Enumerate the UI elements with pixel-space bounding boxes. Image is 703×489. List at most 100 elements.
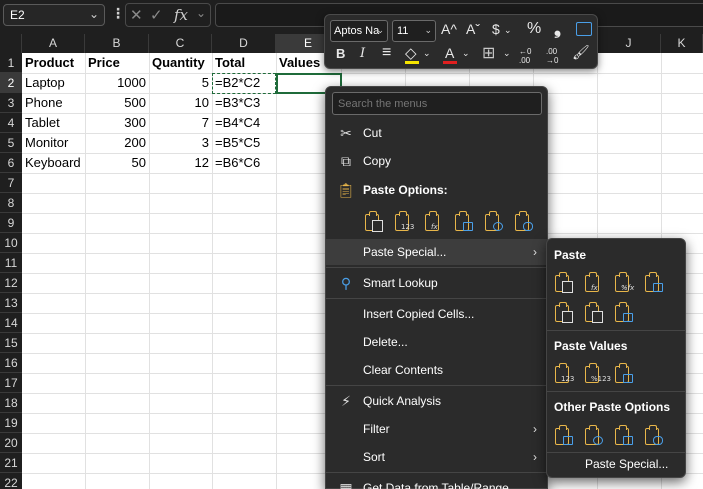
- row-header[interactable]: 9: [0, 213, 22, 233]
- keep-column-widths-icon[interactable]: [583, 302, 605, 324]
- chevron-down-icon[interactable]: ⌄: [196, 6, 206, 20]
- paste-values-icon[interactable]: 123: [393, 211, 415, 233]
- borders-icon[interactable]: ⊞: [482, 43, 495, 63]
- row-header[interactable]: 1: [0, 53, 22, 73]
- table-cell[interactable]: 300: [85, 113, 149, 133]
- values-number-format-icon[interactable]: %123: [583, 363, 611, 385]
- fill-color-icon[interactable]: ◇: [405, 44, 417, 62]
- menu-item-copy[interactable]: ⧉ Copy: [326, 148, 547, 174]
- linked-picture-icon[interactable]: [643, 425, 665, 447]
- paste-icon[interactable]: [363, 211, 385, 233]
- col-header-k[interactable]: K: [661, 34, 703, 53]
- values-source-formatting-icon[interactable]: [613, 363, 635, 385]
- table-cell[interactable]: 10: [149, 93, 212, 113]
- chevron-down-icon[interactable]: ⌄: [504, 25, 512, 36]
- col-header-b[interactable]: B: [85, 34, 149, 53]
- table-cell[interactable]: Laptop: [22, 73, 85, 93]
- row-header[interactable]: 22: [0, 473, 22, 489]
- paste-formulas-icon[interactable]: fx: [583, 272, 605, 294]
- cell-b1[interactable]: Price: [85, 53, 149, 73]
- row-header[interactable]: 21: [0, 453, 22, 473]
- col-header-a[interactable]: A: [22, 34, 85, 53]
- chevron-down-icon[interactable]: ⌄: [462, 48, 470, 59]
- paste-icon[interactable]: [553, 272, 575, 294]
- chevron-down-icon[interactable]: ⌄: [423, 48, 431, 59]
- table-cell[interactable]: Tablet: [22, 113, 85, 133]
- align-icon[interactable]: ≡: [382, 44, 391, 62]
- font-size-box[interactable]: 11 ⌄: [392, 20, 436, 42]
- menu-item-delete[interactable]: Delete...: [326, 329, 547, 355]
- grow-font-icon[interactable]: A^: [441, 21, 457, 37]
- row-header[interactable]: 17: [0, 373, 22, 393]
- chevron-down-icon[interactable]: ⌄: [89, 7, 99, 21]
- row-header[interactable]: 16: [0, 353, 22, 373]
- shrink-font-icon[interactable]: Aˇ: [466, 21, 480, 37]
- decrease-decimal-icon[interactable]: .00 →0: [546, 47, 570, 65]
- menu-search-input[interactable]: [332, 92, 542, 115]
- keep-source-formatting-icon[interactable]: [643, 272, 665, 294]
- menu-item-insert-copied-cells[interactable]: Insert Copied Cells...: [326, 301, 547, 327]
- paste-formulas-icon[interactable]: fx: [423, 211, 445, 233]
- table-cell[interactable]: =B5*C5: [212, 133, 276, 153]
- row-header[interactable]: 20: [0, 433, 22, 453]
- row-header[interactable]: 15: [0, 333, 22, 353]
- row-header[interactable]: 5: [0, 133, 22, 153]
- row-header[interactable]: 18: [0, 393, 22, 413]
- table-cell[interactable]: 3: [149, 133, 212, 153]
- font-name-box[interactable]: Aptos Na ⌄: [330, 20, 388, 42]
- row-header[interactable]: 13: [0, 293, 22, 313]
- cancel-icon[interactable]: ✕: [130, 6, 143, 24]
- insert-function-icon[interactable]: fx: [174, 6, 188, 24]
- table-cell[interactable]: 12: [149, 153, 212, 173]
- paste-link-icon[interactable]: [513, 211, 535, 233]
- menu-item-clear-contents[interactable]: Clear Contents: [326, 357, 547, 383]
- menu-item-quick-analysis[interactable]: ⚡︎ Quick Analysis: [326, 388, 547, 414]
- percent-icon[interactable]: %: [527, 20, 541, 38]
- picture-icon[interactable]: [613, 425, 635, 447]
- format-cells-icon[interactable]: [576, 22, 592, 36]
- paste-formatting-icon[interactable]: [483, 211, 505, 233]
- menu-item-paste-special[interactable]: Paste Special... ›: [326, 239, 547, 265]
- name-box[interactable]: E2 ⌄: [3, 4, 105, 26]
- col-header-d[interactable]: D: [212, 34, 276, 53]
- increase-decimal-icon[interactable]: ←0 .00: [519, 47, 543, 65]
- table-cell[interactable]: 5: [149, 73, 212, 93]
- cell-a1[interactable]: Product: [22, 53, 85, 73]
- row-header[interactable]: 10: [0, 233, 22, 253]
- menu-item-sort[interactable]: Sort ›: [326, 444, 547, 470]
- row-header[interactable]: 14: [0, 313, 22, 333]
- row-header[interactable]: 19: [0, 413, 22, 433]
- row-header[interactable]: 4: [0, 113, 22, 133]
- menu-item-filter[interactable]: Filter ›: [326, 416, 547, 442]
- table-cell[interactable]: Phone: [22, 93, 85, 113]
- col-header-c[interactable]: C: [149, 34, 212, 53]
- menu-item-smart-lookup[interactable]: ⚲ Smart Lookup: [326, 270, 547, 296]
- paste-link-icon[interactable]: [583, 425, 605, 447]
- select-all-corner[interactable]: [0, 34, 22, 53]
- paste-formulas-number-format-icon[interactable]: %fx: [613, 272, 635, 294]
- more-options-icon[interactable]: ⋮: [111, 5, 125, 22]
- table-cell[interactable]: 50: [85, 153, 149, 173]
- table-cell[interactable]: =B3*C3: [212, 93, 276, 113]
- col-header-j[interactable]: J: [597, 34, 661, 53]
- formatting-icon[interactable]: [553, 425, 575, 447]
- values-icon[interactable]: 123: [553, 363, 575, 385]
- no-borders-icon[interactable]: [553, 302, 575, 324]
- chevron-down-icon[interactable]: ⌄: [503, 48, 511, 59]
- cell-c1[interactable]: Quantity: [149, 53, 212, 73]
- row-header[interactable]: 11: [0, 253, 22, 273]
- table-cell[interactable]: 500: [85, 93, 149, 113]
- menu-item-get-data[interactable]: ▦ Get Data from Table/Range...: [326, 475, 547, 489]
- comma-style-icon[interactable]: ❟: [554, 18, 561, 39]
- paste-transpose-icon[interactable]: [453, 211, 475, 233]
- table-cell[interactable]: =B6*C6: [212, 153, 276, 173]
- bold-icon[interactable]: B: [336, 46, 345, 61]
- table-cell[interactable]: Monitor: [22, 133, 85, 153]
- transpose-icon[interactable]: [613, 302, 635, 324]
- table-cell[interactable]: 7: [149, 113, 212, 133]
- currency-icon[interactable]: $: [492, 21, 500, 37]
- font-color-icon[interactable]: A: [445, 45, 454, 61]
- table-cell[interactable]: Keyboard: [22, 153, 85, 173]
- table-cell[interactable]: 1000: [85, 73, 149, 93]
- row-header[interactable]: 12: [0, 273, 22, 293]
